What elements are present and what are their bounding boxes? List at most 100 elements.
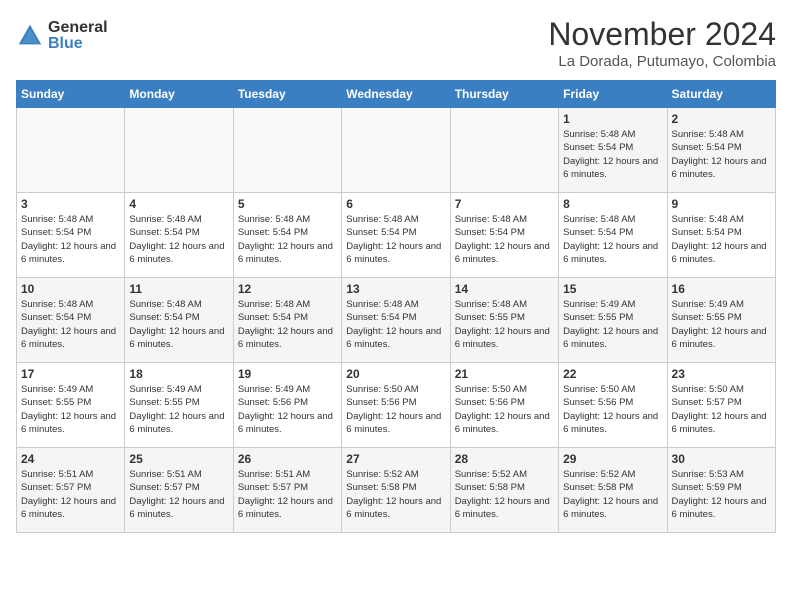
day-number: 24	[21, 452, 120, 466]
day-number: 28	[455, 452, 554, 466]
calendar-cell: 4 Sunrise: 5:48 AM Sunset: 5:54 PM Daylig…	[125, 193, 233, 278]
day-info: Sunrise: 5:49 AM Sunset: 5:56 PM Dayligh…	[238, 383, 337, 436]
day-info: Sunrise: 5:51 AM Sunset: 5:57 PM Dayligh…	[238, 468, 337, 521]
day-info: Sunrise: 5:49 AM Sunset: 5:55 PM Dayligh…	[129, 383, 228, 436]
day-number: 15	[563, 282, 662, 296]
logo-general-text: General	[48, 20, 108, 36]
month-title: November 2024	[548, 16, 776, 53]
header-day-wednesday: Wednesday	[342, 81, 450, 108]
day-info: Sunrise: 5:50 AM Sunset: 5:56 PM Dayligh…	[346, 383, 445, 436]
day-number: 8	[563, 197, 662, 211]
header-day-thursday: Thursday	[450, 81, 558, 108]
calendar-body: 1 Sunrise: 5:48 AM Sunset: 5:54 PM Daylig…	[17, 108, 776, 533]
calendar-cell: 1 Sunrise: 5:48 AM Sunset: 5:54 PM Daylig…	[559, 108, 667, 193]
calendar-cell: 2 Sunrise: 5:48 AM Sunset: 5:54 PM Daylig…	[667, 108, 775, 193]
title-section: November 2024 La Dorada, Putumayo, Colom…	[548, 16, 776, 70]
day-number: 23	[672, 367, 771, 381]
location: La Dorada, Putumayo, Colombia	[548, 53, 776, 70]
day-info: Sunrise: 5:49 AM Sunset: 5:55 PM Dayligh…	[672, 298, 771, 351]
week-row-0: 1 Sunrise: 5:48 AM Sunset: 5:54 PM Daylig…	[17, 108, 776, 193]
calendar-cell: 22Sunrise: 5:50 AM Sunset: 5:56 PM Dayli…	[559, 363, 667, 448]
calendar-cell	[233, 108, 341, 193]
logo: General Blue	[16, 20, 108, 52]
day-info: Sunrise: 5:51 AM Sunset: 5:57 PM Dayligh…	[21, 468, 120, 521]
day-info: Sunrise: 5:52 AM Sunset: 5:58 PM Dayligh…	[455, 468, 554, 521]
calendar-cell	[125, 108, 233, 193]
day-number: 14	[455, 282, 554, 296]
day-info: Sunrise: 5:50 AM Sunset: 5:56 PM Dayligh…	[455, 383, 554, 436]
day-number: 9	[672, 197, 771, 211]
day-number: 7	[455, 197, 554, 211]
day-number: 18	[129, 367, 228, 381]
day-number: 25	[129, 452, 228, 466]
day-number: 5	[238, 197, 337, 211]
calendar-cell: 7Sunrise: 5:48 AM Sunset: 5:54 PM Daylig…	[450, 193, 558, 278]
day-number: 4	[129, 197, 228, 211]
header-day-saturday: Saturday	[667, 81, 775, 108]
day-info: Sunrise: 5:48 AM Sunset: 5:54 PM Dayligh…	[563, 213, 662, 266]
calendar-cell: 16 Sunrise: 5:49 AM Sunset: 5:55 PM Dayli…	[667, 278, 775, 363]
day-info: Sunrise: 5:48 AM Sunset: 5:54 PM Dayligh…	[129, 213, 228, 266]
header-day-friday: Friday	[559, 81, 667, 108]
calendar-cell: 23Sunrise: 5:50 AM Sunset: 5:57 PM Dayli…	[667, 363, 775, 448]
day-info: Sunrise: 5:48 AM Sunset: 5:54 PM Dayligh…	[21, 298, 120, 351]
calendar-cell	[342, 108, 450, 193]
header-day-monday: Monday	[125, 81, 233, 108]
day-number: 21	[455, 367, 554, 381]
page-header: General Blue November 2024 La Dorada, Pu…	[16, 16, 776, 70]
calendar-cell: 17 Sunrise: 5:49 AM Sunset: 5:55 PM Dayli…	[17, 363, 125, 448]
day-info: Sunrise: 5:48 AM Sunset: 5:54 PM Dayligh…	[346, 298, 445, 351]
day-info: Sunrise: 5:48 AM Sunset: 5:54 PM Dayligh…	[672, 128, 771, 181]
calendar-cell: 24 Sunrise: 5:51 AM Sunset: 5:57 PM Dayli…	[17, 448, 125, 533]
day-number: 27	[346, 452, 445, 466]
day-number: 10	[21, 282, 120, 296]
day-info: Sunrise: 5:48 AM Sunset: 5:54 PM Dayligh…	[21, 213, 120, 266]
calendar-cell: 14Sunrise: 5:48 AM Sunset: 5:55 PM Dayli…	[450, 278, 558, 363]
calendar-cell: 10 Sunrise: 5:48 AM Sunset: 5:54 PM Dayli…	[17, 278, 125, 363]
calendar-cell: 19 Sunrise: 5:49 AM Sunset: 5:56 PM Dayli…	[233, 363, 341, 448]
calendar-cell: 6Sunrise: 5:48 AM Sunset: 5:54 PM Daylig…	[342, 193, 450, 278]
day-info: Sunrise: 5:51 AM Sunset: 5:57 PM Dayligh…	[129, 468, 228, 521]
day-info: Sunrise: 5:52 AM Sunset: 5:58 PM Dayligh…	[346, 468, 445, 521]
calendar-cell: 5 Sunrise: 5:48 AM Sunset: 5:54 PM Daylig…	[233, 193, 341, 278]
day-number: 16	[672, 282, 771, 296]
day-number: 12	[238, 282, 337, 296]
calendar-cell: 3Sunrise: 5:48 AM Sunset: 5:54 PM Daylig…	[17, 193, 125, 278]
day-info: Sunrise: 5:48 AM Sunset: 5:54 PM Dayligh…	[346, 213, 445, 266]
calendar-cell: 26 Sunrise: 5:51 AM Sunset: 5:57 PM Dayli…	[233, 448, 341, 533]
calendar-cell: 20 Sunrise: 5:50 AM Sunset: 5:56 PM Dayli…	[342, 363, 450, 448]
calendar-cell: 21 Sunrise: 5:50 AM Sunset: 5:56 PM Dayli…	[450, 363, 558, 448]
calendar-cell: 12 Sunrise: 5:48 AM Sunset: 5:54 PM Dayli…	[233, 278, 341, 363]
calendar-cell: 9 Sunrise: 5:48 AM Sunset: 5:54 PM Daylig…	[667, 193, 775, 278]
calendar-cell: 13 Sunrise: 5:48 AM Sunset: 5:54 PM Dayli…	[342, 278, 450, 363]
day-info: Sunrise: 5:48 AM Sunset: 5:54 PM Dayligh…	[238, 298, 337, 351]
calendar-cell: 8 Sunrise: 5:48 AM Sunset: 5:54 PM Daylig…	[559, 193, 667, 278]
week-row-2: 10 Sunrise: 5:48 AM Sunset: 5:54 PM Dayli…	[17, 278, 776, 363]
day-info: Sunrise: 5:49 AM Sunset: 5:55 PM Dayligh…	[21, 383, 120, 436]
calendar-cell: 15Sunrise: 5:49 AM Sunset: 5:55 PM Dayli…	[559, 278, 667, 363]
week-row-4: 24 Sunrise: 5:51 AM Sunset: 5:57 PM Dayli…	[17, 448, 776, 533]
day-number: 26	[238, 452, 337, 466]
day-number: 11	[129, 282, 228, 296]
logo-blue-text: Blue	[48, 36, 108, 52]
day-number: 29	[563, 452, 662, 466]
calendar-table: SundayMondayTuesdayWednesdayThursdayFrid…	[16, 80, 776, 533]
day-number: 13	[346, 282, 445, 296]
week-row-1: 3Sunrise: 5:48 AM Sunset: 5:54 PM Daylig…	[17, 193, 776, 278]
calendar-cell: 29Sunrise: 5:52 AM Sunset: 5:58 PM Dayli…	[559, 448, 667, 533]
header-day-sunday: Sunday	[17, 81, 125, 108]
day-info: Sunrise: 5:53 AM Sunset: 5:59 PM Dayligh…	[672, 468, 771, 521]
calendar-cell: 25 Sunrise: 5:51 AM Sunset: 5:57 PM Dayli…	[125, 448, 233, 533]
day-info: Sunrise: 5:48 AM Sunset: 5:54 PM Dayligh…	[129, 298, 228, 351]
calendar-cell: 11 Sunrise: 5:48 AM Sunset: 5:54 PM Dayli…	[125, 278, 233, 363]
day-number: 1	[563, 112, 662, 126]
day-number: 2	[672, 112, 771, 126]
day-number: 20	[346, 367, 445, 381]
calendar-cell: 28 Sunrise: 5:52 AM Sunset: 5:58 PM Dayli…	[450, 448, 558, 533]
calendar-header: SundayMondayTuesdayWednesdayThursdayFrid…	[17, 81, 776, 108]
day-number: 19	[238, 367, 337, 381]
day-number: 17	[21, 367, 120, 381]
day-info: Sunrise: 5:48 AM Sunset: 5:54 PM Dayligh…	[672, 213, 771, 266]
day-info: Sunrise: 5:48 AM Sunset: 5:54 PM Dayligh…	[238, 213, 337, 266]
day-info: Sunrise: 5:48 AM Sunset: 5:54 PM Dayligh…	[563, 128, 662, 181]
